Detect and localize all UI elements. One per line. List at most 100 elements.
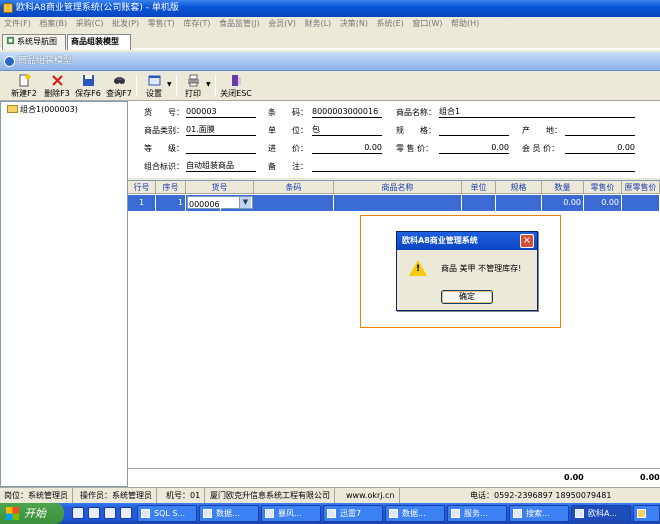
huohao-cell-editor[interactable]: 000006 ▼ — [187, 196, 253, 213]
col-header[interactable]: 规格 — [496, 181, 542, 194]
taskbar-item[interactable]: 数据... — [199, 505, 259, 522]
menu-finance[interactable]: 财务(L) — [300, 17, 333, 31]
retail-price-field[interactable]: 0.00 — [439, 142, 509, 154]
col-header[interactable]: 行号 — [128, 181, 156, 194]
settings-button[interactable]: 设置 — [142, 74, 166, 99]
origin-field[interactable] — [565, 124, 635, 136]
toolbar-separator — [215, 75, 216, 97]
col-header[interactable]: 序号 — [156, 181, 186, 194]
app-icon — [3, 3, 13, 13]
taskbar-item[interactable]: 服务... — [447, 505, 507, 522]
remark-field[interactable] — [312, 160, 635, 172]
toolbar-label: 关闭ESC — [220, 89, 252, 98]
window-icon — [327, 509, 336, 518]
toolbar-label: 保存F6 — [75, 89, 101, 98]
print-button[interactable]: 打印 — [182, 74, 204, 99]
taskbar-item-active[interactable]: 欧科A... — [571, 505, 631, 522]
member-price-field[interactable]: 0.00 — [565, 142, 635, 154]
taskbar-item[interactable]: 迅雷7 — [323, 505, 383, 522]
category-field[interactable]: 01.面膜 — [186, 124, 256, 136]
col-header[interactable]: 原零售价 — [622, 181, 660, 194]
status-website[interactable]: www.okrj.cn — [346, 488, 400, 503]
menu-retail[interactable]: 零售(T) — [144, 17, 177, 31]
dialog-title: 欧科A8商业管理系统 — [397, 232, 537, 250]
field-label: 备 注： — [268, 162, 308, 171]
taskbar-item-label: 迅雷7 — [340, 509, 362, 518]
taskbar: 开始 SQL S... 数据... 暴风... 迅雷7 数据... 服务... … — [0, 503, 660, 524]
menu-system[interactable]: 系统(E) — [373, 17, 406, 31]
start-button[interactable]: 开始 — [0, 503, 64, 524]
product-form: 货 号： 000003 条 码： 8000003000016 商品名称： 组合1… — [128, 101, 660, 178]
cell-orig-retail — [622, 195, 660, 211]
field-label: 商品类别： — [144, 126, 184, 135]
spec-field[interactable] — [439, 124, 509, 136]
cell-barcode — [254, 195, 334, 211]
cell-name — [334, 195, 462, 211]
taskbar-item-label: 暴风... — [278, 509, 302, 518]
quicklaunch-ie-icon[interactable] — [72, 507, 84, 519]
tab-nav-map[interactable]: 系统导航图 — [2, 34, 66, 50]
menu-help[interactable]: 帮助(H) — [447, 17, 481, 31]
taskbar-item[interactable] — [633, 505, 660, 522]
barcode-field[interactable]: 8000003000016 — [312, 106, 382, 118]
print-icon — [187, 74, 199, 87]
quicklaunch-media-icon[interactable] — [104, 507, 116, 519]
field-label: 货 号： — [144, 108, 184, 117]
col-header[interactable]: 单位 — [462, 181, 496, 194]
print-dropdown-arrow[interactable]: ▼ — [206, 81, 211, 88]
chevron-down-icon[interactable]: ▼ — [239, 197, 252, 208]
menu-purchase[interactable]: 采购(C) — [72, 17, 106, 31]
footer-qty-total: 0.00 — [564, 473, 584, 482]
ok-button[interactable]: 确定 — [441, 290, 493, 304]
field-label: 等 级： — [144, 144, 184, 153]
settings-dropdown-arrow[interactable]: ▼ — [167, 81, 172, 88]
window-icon — [389, 509, 398, 518]
save-button[interactable]: 保存F6 — [73, 74, 103, 99]
tab-strip: 系统导航图 商品组装模型 — [0, 31, 660, 50]
menu-wholesale[interactable]: 批发(P) — [108, 17, 141, 31]
col-header[interactable]: 条码 — [254, 181, 334, 194]
col-header[interactable]: 零售价 — [584, 181, 622, 194]
menu-food[interactable]: 食品监管(J) — [215, 17, 262, 31]
tree-item-label: 组合1(000003) — [20, 105, 78, 114]
col-header[interactable]: 货号 — [186, 181, 254, 194]
field-label: 产 地： — [522, 126, 562, 135]
menu-archive[interactable]: 档案(B) — [35, 17, 69, 31]
delete-button[interactable]: 删除F3 — [42, 74, 72, 99]
quicklaunch-explorer-icon[interactable] — [120, 507, 132, 519]
grade-field[interactable] — [186, 142, 256, 154]
search-icon — [113, 77, 125, 84]
save-icon — [82, 75, 94, 86]
dialog-close-button[interactable]: × — [520, 234, 534, 248]
taskbar-item-label: 欧科A... — [588, 509, 617, 518]
assembly-flag-field[interactable]: 自动组装商品 — [186, 160, 256, 172]
table-row[interactable]: 1 1 0.00 0.00 000006 ▼ — [128, 195, 660, 213]
menu-member[interactable]: 会员(V) — [264, 17, 298, 31]
col-header[interactable]: 商品名称 — [334, 181, 462, 194]
windows-logo-icon — [6, 507, 19, 520]
tab-assembly-model[interactable]: 商品组装模型 — [67, 34, 131, 50]
tree-item[interactable]: 组合1(000003) — [7, 104, 78, 115]
taskbar-item[interactable]: SQL S... — [137, 505, 197, 522]
close-button[interactable]: 关闭ESC — [219, 74, 253, 99]
menu-file[interactable]: 文件(F) — [0, 17, 33, 31]
cell-spec — [496, 195, 542, 211]
menu-inventory[interactable]: 库存(T) — [179, 17, 212, 31]
menu-window[interactable]: 窗口(W) — [408, 17, 444, 31]
menu-bar: 文件(F) 档案(B) 采购(C) 批发(P) 零售(T) 库存(T) 食品监管… — [0, 17, 660, 31]
huohao-field[interactable]: 000003 — [186, 106, 256, 118]
taskbar-item[interactable]: 数据... — [385, 505, 445, 522]
col-header[interactable]: 数量 — [542, 181, 584, 194]
taskbar-item[interactable]: 暴风... — [261, 505, 321, 522]
menu-decision[interactable]: 决策(N) — [336, 17, 370, 31]
quicklaunch-desktop-icon[interactable] — [88, 507, 100, 519]
taskbar-item[interactable]: 搜索... — [509, 505, 569, 522]
cost-price-field[interactable]: 0.00 — [312, 142, 382, 154]
search-button[interactable]: 查询F7 — [105, 74, 133, 99]
panel-icon — [4, 56, 15, 67]
new-button[interactable]: 新建F2 — [8, 74, 40, 99]
unit-field[interactable]: 包 — [312, 124, 382, 136]
window-title: 欧科A8商业管理系统(公司账套) - 单机版 — [16, 3, 179, 13]
window-icon — [513, 509, 522, 518]
product-name-field[interactable]: 组合1 — [439, 106, 635, 118]
